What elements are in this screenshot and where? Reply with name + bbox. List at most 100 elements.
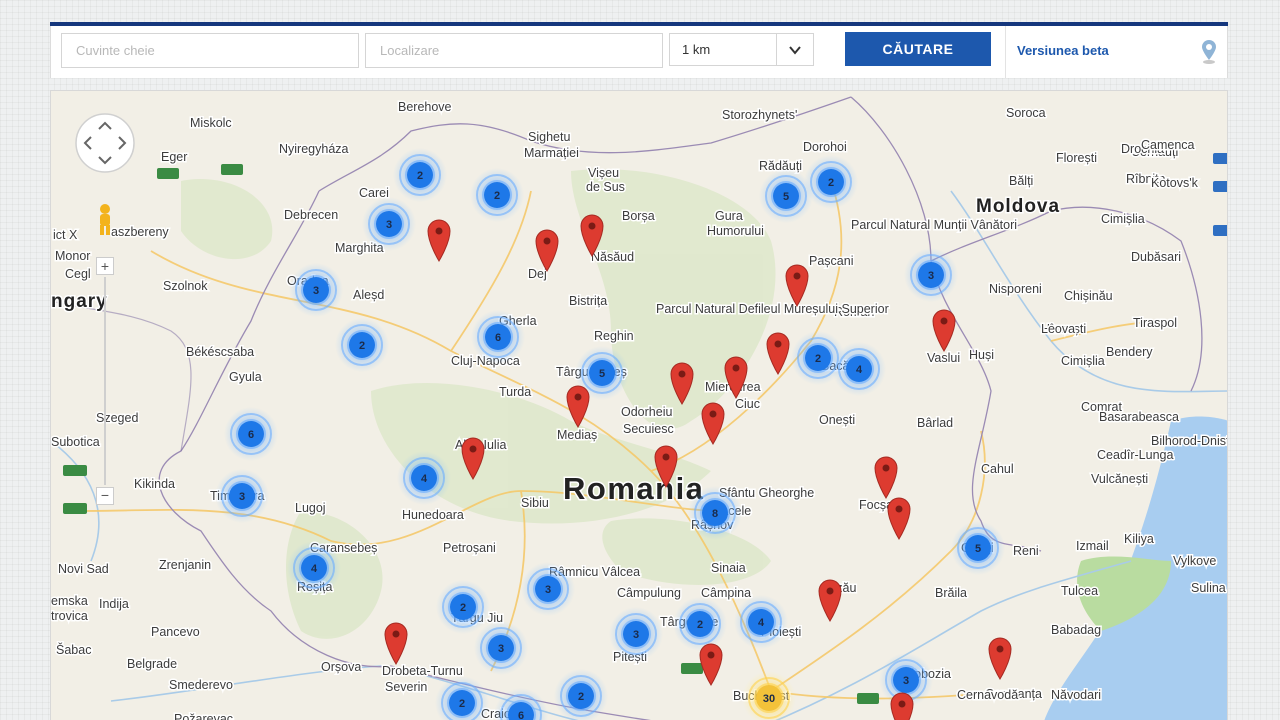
place-label: Novi Sad <box>58 562 109 576</box>
place-label: Leova <box>1041 322 1075 336</box>
location-pin-marker[interactable] <box>890 692 914 720</box>
place-label: Cimișlia <box>1061 354 1105 368</box>
place-label: Dorohoi <box>803 140 847 154</box>
place-label: Zrenjanin <box>159 558 211 572</box>
cluster-count: 6 <box>518 710 524 720</box>
place-label: Kikinda <box>134 477 175 491</box>
place-label: Ciuc <box>735 397 760 411</box>
place-label: Orșova <box>321 660 361 674</box>
cluster-count: 6 <box>495 332 501 344</box>
cluster-marker[interactable]: 3 <box>362 197 416 251</box>
cluster-marker[interactable]: 3 <box>609 607 663 661</box>
place-label: Parcul Natural Defileul Mureșului Superi… <box>656 302 889 316</box>
cluster-marker[interactable]: 2 <box>470 168 524 222</box>
place-label: Subotica <box>51 435 100 449</box>
place-label: Eger <box>161 150 187 164</box>
zoom-out-button[interactable]: − <box>96 487 114 505</box>
country-label-hungary: ngary <box>51 291 108 312</box>
radius-value: 1 km <box>682 42 711 57</box>
place-label: Cimișlia <box>1101 212 1145 226</box>
beta-version-link[interactable]: Versiunea beta <box>1017 43 1109 58</box>
cluster-marker[interactable]: 8 <box>688 486 742 540</box>
pegman-icon[interactable] <box>95 203 115 237</box>
zoom-slider-track[interactable] <box>104 277 106 485</box>
place-label: Požarevac <box>174 712 233 720</box>
place-label: Vylkove <box>1173 554 1216 568</box>
cluster-marker[interactable]: 3 <box>521 562 575 616</box>
cluster-marker[interactable]: 5 <box>951 521 1005 575</box>
place-label: Basarabeasca <box>1099 410 1179 424</box>
place-label: Brăila <box>935 586 967 600</box>
place-label: Hunedoara <box>402 508 464 522</box>
cluster-marker[interactable]: 3 <box>474 621 528 675</box>
cluster-marker[interactable]: 3 <box>904 248 958 302</box>
place-label: Năsăud <box>591 250 634 264</box>
place-label: Aleșd <box>353 288 384 302</box>
select-divider <box>776 34 777 65</box>
cluster-marker[interactable]: 3 <box>289 263 343 317</box>
place-label: Pancevo <box>151 625 200 639</box>
place-label: Câmpina <box>701 586 751 600</box>
cluster-marker[interactable]: 2 <box>335 318 389 372</box>
cluster-marker[interactable]: 6 <box>471 310 525 364</box>
place-label: Gura <box>715 209 743 223</box>
location-pin-icon[interactable] <box>1197 38 1221 66</box>
cluster-marker[interactable]: 4 <box>734 595 788 649</box>
place-label: emska <box>51 594 88 608</box>
cluster-count: 2 <box>359 340 365 352</box>
cluster-marker[interactable]: 2 <box>804 155 858 209</box>
place-label: Tiraspol <box>1133 316 1177 330</box>
place-label: Cahul <box>981 462 1014 476</box>
search-button[interactable]: CĂUTARE <box>845 32 991 66</box>
place-label: Szeged <box>96 411 138 425</box>
cluster-count: 2 <box>494 190 500 202</box>
cluster-count: 4 <box>758 617 765 629</box>
cluster-count: 8 <box>712 508 718 520</box>
place-label: Sibiu <box>521 496 549 510</box>
place-label: Pașcani <box>809 254 853 268</box>
cluster-count: 3 <box>386 219 392 231</box>
place-label: Belgrade <box>127 657 177 671</box>
place-label: Reghin <box>594 329 634 343</box>
place-label: Gyula <box>229 370 262 384</box>
cluster-marker[interactable]: 4 <box>397 451 451 505</box>
place-label: Nyiregyháza <box>279 142 349 156</box>
divider <box>1005 26 1006 78</box>
cluster-count: 2 <box>697 619 703 631</box>
zoom-in-button[interactable]: + <box>96 257 114 275</box>
place-label: Camenca <box>1141 138 1195 152</box>
map-view[interactable]: Berehove Storozhynets' Soroca Miskolc Sighet… <box>50 90 1228 720</box>
place-label: Reni <box>1013 544 1039 558</box>
cluster-marker[interactable]: 2 <box>436 580 490 634</box>
place-label: Bălți <box>1009 174 1033 188</box>
place-label: Ceadîr-Lunga <box>1097 448 1173 462</box>
place-label: Miskolc <box>190 116 232 130</box>
place-label: ict X <box>53 228 78 242</box>
place-label: Kotovs'k <box>1151 176 1199 190</box>
cluster-marker[interactable]: 3 <box>215 469 269 523</box>
place-label: Bilhorod-Dnistrovs'kyi <box>1151 434 1228 448</box>
location-input[interactable] <box>365 33 663 68</box>
cluster-marker[interactable]: 4 <box>287 541 341 595</box>
place-label: Storozhynets' <box>722 108 797 122</box>
place-label: Monor <box>55 249 90 263</box>
place-label: Chișinău <box>1064 289 1113 303</box>
radius-select[interactable]: 1 km <box>669 33 814 66</box>
cluster-marker[interactable]: 2 <box>673 597 727 651</box>
cluster-marker[interactable]: 2 <box>393 148 447 202</box>
cluster-count: 4 <box>311 563 318 575</box>
pan-control[interactable] <box>73 111 137 175</box>
keywords-input[interactable] <box>61 33 359 68</box>
cluster-count: 5 <box>783 191 789 203</box>
cluster-count: 2 <box>417 170 423 182</box>
search-bar: 1 km CĂUTARE Versiunea beta <box>50 26 1228 78</box>
map-canvas[interactable]: Berehove Storozhynets' Soroca Miskolc Sighet… <box>51 91 1228 720</box>
place-label: Sighetu <box>528 130 570 144</box>
place-label: Borșa <box>622 209 655 223</box>
cluster-count: 3 <box>498 643 504 655</box>
cluster-marker[interactable]: 4 <box>832 342 886 396</box>
cluster-marker[interactable]: 6 <box>224 407 278 461</box>
place-label: Turda <box>499 385 531 399</box>
place-label: Petroșani <box>443 541 496 555</box>
place-label: Drobeta-Turnu <box>382 664 463 678</box>
